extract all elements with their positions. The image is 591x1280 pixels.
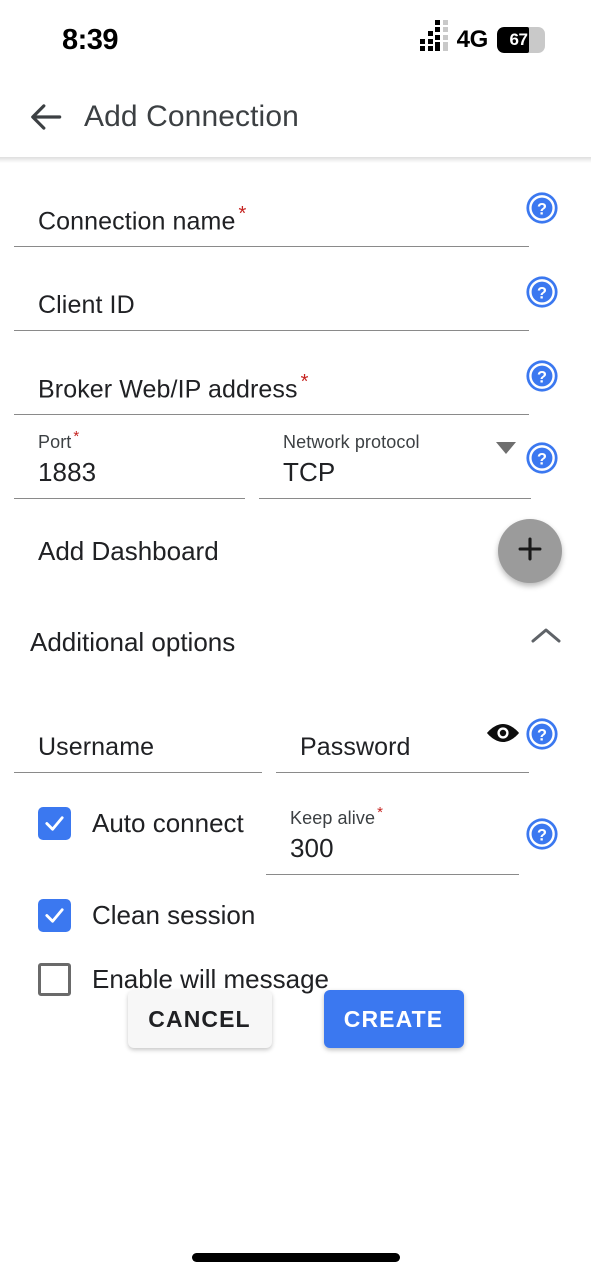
additional-options-label: Additional options bbox=[30, 626, 236, 657]
svg-text:?: ? bbox=[537, 827, 547, 845]
battery-percent-label: 67 bbox=[509, 30, 528, 49]
help-circle-icon[interactable]: ? bbox=[525, 817, 559, 856]
help-circle-icon[interactable]: ? bbox=[525, 191, 559, 230]
network-protocol-value: TCP bbox=[283, 457, 336, 487]
back-arrow-icon[interactable] bbox=[26, 96, 68, 138]
broker-address-label: Broker Web/IP address * bbox=[38, 370, 309, 403]
connection-name-input[interactable]: Connection name * bbox=[14, 163, 529, 247]
svg-text:?: ? bbox=[537, 285, 547, 303]
auto-connect-checkbox-row[interactable]: Auto connect bbox=[14, 791, 266, 840]
status-time: 8:39 bbox=[62, 23, 119, 56]
svg-text:?: ? bbox=[537, 201, 547, 219]
home-indicator[interactable] bbox=[192, 1253, 400, 1262]
svg-text:?: ? bbox=[537, 369, 547, 387]
add-dashboard-button[interactable] bbox=[498, 519, 562, 583]
keep-alive-input[interactable]: Keep alive * 300 bbox=[266, 791, 519, 875]
add-dashboard-row: Add Dashboard bbox=[0, 499, 591, 603]
username-input[interactable]: Username bbox=[14, 703, 262, 773]
field-broker-address-row: Broker Web/IP address * ? bbox=[14, 331, 577, 415]
cancel-button[interactable]: CANCEL bbox=[127, 990, 272, 1048]
phone-screen: 8:39 4G 67 Add Connection Connection nam… bbox=[0, 0, 591, 1280]
auto-connect-label: Auto connect bbox=[92, 808, 244, 838]
username-label: Username bbox=[38, 733, 155, 761]
status-indicators: 4G 67 bbox=[420, 19, 545, 54]
auto-connect-keepalive-row: Auto connect Keep alive * 300 ? bbox=[14, 791, 577, 875]
broker-address-input[interactable]: Broker Web/IP address * bbox=[14, 331, 529, 415]
port-label: Port * bbox=[38, 428, 80, 452]
chevron-down-icon[interactable] bbox=[495, 441, 517, 460]
clean-session-checkbox-row[interactable]: Clean session bbox=[0, 883, 591, 947]
port-input[interactable]: Port * 1883 bbox=[14, 415, 245, 499]
help-circle-icon[interactable]: ? bbox=[525, 359, 559, 398]
connection-form: Connection name * ? Client ID ? Broker W… bbox=[0, 163, 591, 1011]
additional-options-header[interactable]: Additional options bbox=[0, 603, 591, 681]
status-bar: 8:39 4G 67 bbox=[0, 0, 591, 76]
signal-bars-icon bbox=[420, 19, 448, 51]
page-title: Add Connection bbox=[84, 100, 299, 133]
field-client-id-row: Client ID ? bbox=[14, 247, 577, 331]
help-circle-icon[interactable]: ? bbox=[525, 275, 559, 314]
auto-connect-checkbox[interactable] bbox=[38, 807, 71, 840]
plus-icon bbox=[513, 532, 547, 571]
action-buttons: CANCEL CREATE bbox=[0, 990, 591, 1048]
svg-text:?: ? bbox=[537, 727, 547, 745]
svg-text:?: ? bbox=[537, 451, 547, 469]
add-dashboard-label: Add Dashboard bbox=[38, 535, 219, 566]
field-connection-name-row: Connection name * ? bbox=[14, 163, 577, 247]
keep-alive-label: Keep alive * bbox=[290, 804, 383, 828]
client-id-label: Client ID bbox=[38, 291, 135, 319]
credentials-row: Username Password ? bbox=[14, 703, 577, 773]
battery-icon: 67 bbox=[497, 27, 545, 53]
clean-session-label: Clean session bbox=[92, 899, 256, 930]
network-type-label: 4G bbox=[456, 26, 489, 53]
help-circle-icon[interactable]: ? bbox=[525, 717, 559, 756]
chevron-up-icon[interactable] bbox=[529, 625, 563, 652]
create-button[interactable]: CREATE bbox=[323, 990, 464, 1048]
port-value: 1883 bbox=[38, 457, 97, 487]
port-protocol-row: Port * 1883 Network protocol TCP ? bbox=[14, 415, 577, 499]
network-protocol-label: Network protocol bbox=[283, 432, 420, 452]
connection-name-label: Connection name * bbox=[38, 202, 247, 235]
network-protocol-select[interactable]: Network protocol TCP bbox=[259, 415, 531, 499]
help-circle-icon[interactable]: ? bbox=[525, 441, 559, 480]
keep-alive-value: 300 bbox=[290, 833, 334, 863]
app-bar: Add Connection bbox=[0, 76, 591, 158]
password-input[interactable]: Password bbox=[276, 703, 529, 773]
clean-session-checkbox[interactable] bbox=[38, 898, 71, 932]
eye-icon[interactable] bbox=[485, 721, 521, 750]
client-id-input[interactable]: Client ID bbox=[14, 247, 529, 331]
